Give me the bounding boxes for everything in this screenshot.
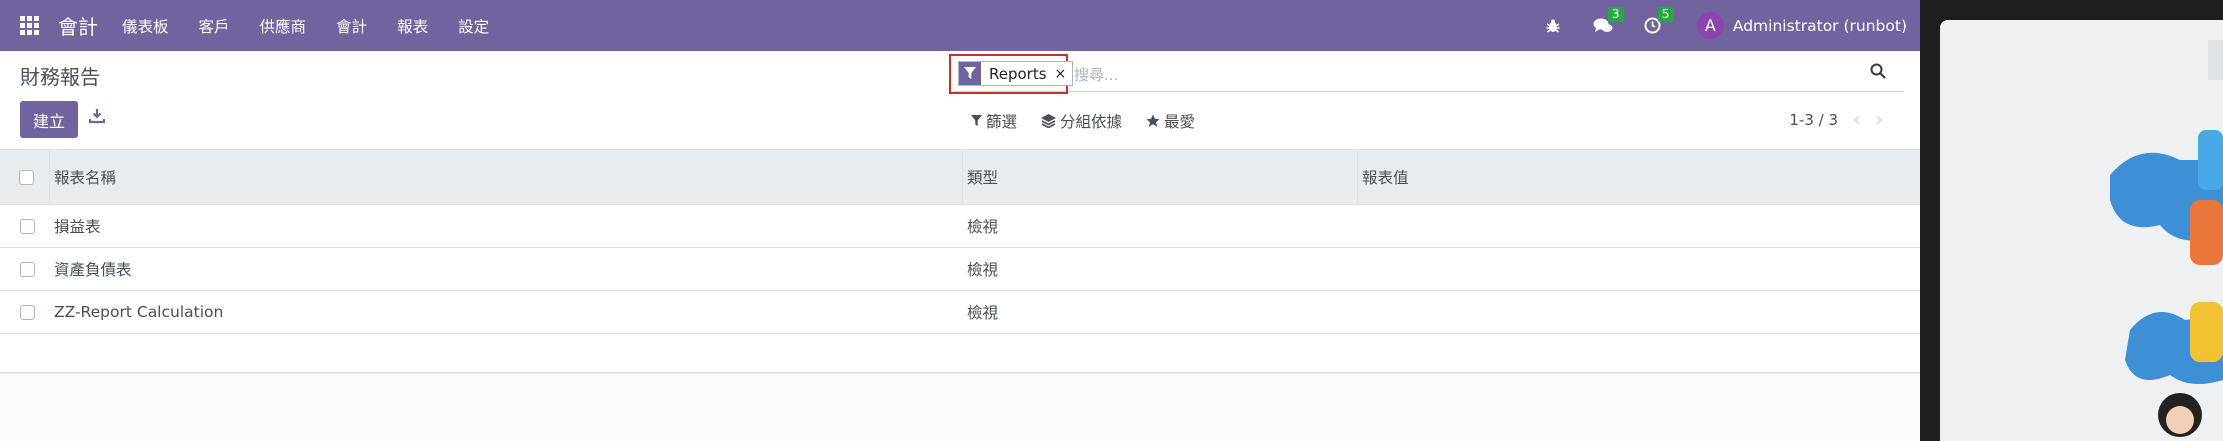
app-brand[interactable]: 會計 <box>58 11 98 40</box>
top-navbar: 會計 儀表板 客戶 供應商 會計 報表 設定 3 5 A Administrat… <box>0 0 1920 51</box>
menu-customers[interactable]: 客戶 <box>199 15 230 37</box>
table-row[interactable]: 資產負債表 檢視 <box>0 248 1920 291</box>
clock-icon[interactable]: 5 <box>1643 6 1674 36</box>
cell-report-name[interactable]: ZZ-Report Calculation <box>50 303 963 321</box>
chevron-left-icon[interactable]: ‹ <box>1846 107 1868 131</box>
filter-icon <box>971 115 982 127</box>
avatar[interactable]: A <box>1696 12 1724 39</box>
row-checkbox[interactable] <box>19 304 35 320</box>
download-icon[interactable] <box>88 108 106 128</box>
table-row[interactable]: ZZ-Report Calculation 檢視 <box>0 291 1920 334</box>
favorites-label: 最愛 <box>1164 113 1196 131</box>
page-title: 財務報告 <box>20 65 100 89</box>
cell-type[interactable]: 檢視 <box>963 258 1358 280</box>
column-type[interactable]: 類型 <box>963 149 1358 205</box>
facet-value: Reports <box>989 64 1047 83</box>
cell-report-name[interactable]: 資產負債表 <box>50 258 963 280</box>
navbar-systray: 3 5 A Administrator (runbot) <box>1513 0 1907 51</box>
webcam-overlay <box>1920 0 2223 441</box>
pager-nav: ‹ › <box>1846 107 1890 131</box>
menu-configuration[interactable]: 設定 <box>458 15 489 37</box>
row-select-cell <box>0 261 50 277</box>
filter-toggle[interactable]: 篩選 <box>971 110 1017 132</box>
cell-type[interactable]: 檢視 <box>963 301 1358 323</box>
empty-area <box>0 375 1920 441</box>
webcam-feed <box>1940 20 2223 441</box>
pager-value[interactable]: 1-3 / 3 <box>1789 111 1838 129</box>
create-button[interactable]: 建立 <box>20 101 78 138</box>
user-menu[interactable]: Administrator (runbot) <box>1733 17 1907 35</box>
layers-icon <box>1041 114 1057 128</box>
row-checkbox[interactable] <box>19 261 35 277</box>
group-by-label: 分組依據 <box>1060 113 1123 131</box>
facet-remove-button[interactable]: × <box>1055 66 1073 82</box>
star-icon <box>1146 114 1160 127</box>
column-report-name[interactable]: 報表名稱 <box>50 149 963 205</box>
column-report-value[interactable]: 報表值 <box>1358 166 1920 188</box>
search-tools: 篩選 分組依據 最愛 <box>971 110 1219 132</box>
row-select-cell <box>0 304 50 320</box>
group-by-toggle[interactable]: 分組依據 <box>1041 110 1122 132</box>
menu-dashboard[interactable]: 儀表板 <box>122 15 169 37</box>
row-checkbox[interactable] <box>19 218 35 234</box>
app-window: 會計 儀表板 客戶 供應商 會計 報表 設定 3 5 A Administrat… <box>0 0 1920 441</box>
row-select-cell <box>0 218 50 234</box>
table-header: 報表名稱 類型 報表值 <box>0 149 1920 205</box>
reports-table: 報表名稱 類型 報表值 損益表 檢視 資產負債表 檢視 ZZ-Report Ca… <box>0 149 1920 374</box>
menu-vendors[interactable]: 供應商 <box>260 15 307 37</box>
favorites-toggle[interactable]: 最愛 <box>1146 110 1195 132</box>
cell-report-name[interactable]: 損益表 <box>50 215 963 237</box>
search-icon[interactable] <box>1870 63 1886 83</box>
search-input[interactable]: 搜尋... <box>1074 64 1118 85</box>
bug-icon[interactable] <box>1543 16 1563 36</box>
apps-icon[interactable] <box>20 15 40 36</box>
messages-badge: 3 <box>1607 6 1624 22</box>
select-all-checkbox[interactable] <box>19 169 34 185</box>
menu-reporting[interactable]: 報表 <box>397 15 428 37</box>
select-all-cell <box>0 149 50 205</box>
table-footer <box>0 334 1920 374</box>
search-facet: Reports × <box>958 61 1074 86</box>
table-row[interactable]: 損益表 檢視 <box>0 205 1920 248</box>
chevron-right-icon[interactable]: › <box>1868 107 1890 131</box>
cell-type[interactable]: 檢視 <box>963 215 1358 237</box>
menu-accounting[interactable]: 會計 <box>336 15 367 37</box>
filter-label: 篩選 <box>986 113 1018 131</box>
activities-badge: 5 <box>1657 6 1674 22</box>
chat-icon[interactable]: 3 <box>1593 6 1624 36</box>
filter-icon <box>959 62 981 85</box>
search-bar[interactable]: Reports × 搜尋... <box>949 54 1904 94</box>
